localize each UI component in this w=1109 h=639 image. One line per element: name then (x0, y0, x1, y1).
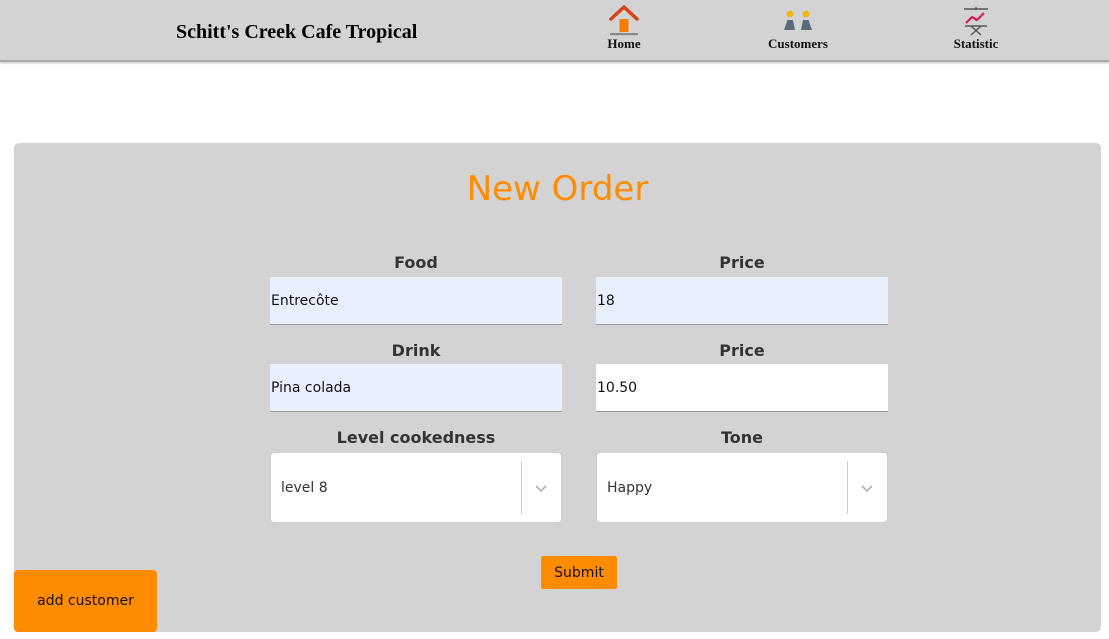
chevron-down-icon[interactable] (860, 483, 874, 493)
nav-statistic[interactable]: Statistic (921, 4, 1031, 56)
add-customer-button[interactable]: add customer (14, 570, 157, 632)
tone-select[interactable]: Happy (596, 452, 888, 523)
select-separator (521, 461, 522, 514)
cookedness-select-value: level 8 (281, 480, 328, 496)
new-order-panel: New Order Food Price Drink Price Level c… (14, 143, 1101, 632)
cookedness-label: Level cookedness (336, 428, 496, 447)
tone-select-value: Happy (607, 480, 653, 496)
submit-button[interactable]: Submit (541, 556, 617, 589)
nav-home-label: Home (607, 36, 641, 51)
food-price-input[interactable] (596, 277, 888, 325)
chevron-down-icon[interactable] (534, 483, 548, 493)
select-separator (847, 461, 848, 514)
nav-customers[interactable]: Customers (743, 4, 853, 56)
brand-title: Schitt's Creek Cafe Tropical (176, 21, 418, 43)
food-label: Food (394, 253, 438, 272)
drink-price-input[interactable] (596, 364, 888, 412)
drink-input[interactable] (270, 364, 562, 412)
nav-home[interactable]: Home (569, 4, 679, 56)
statistic-icon (964, 7, 988, 36)
home-icon (609, 5, 639, 36)
drink-price-label: Price (719, 341, 765, 360)
drink-label: Drink (391, 341, 441, 360)
top-navbar: Schitt's Creek Cafe Tropical Home Custom… (0, 0, 1109, 62)
nav-statistic-label: Statistic (953, 36, 999, 51)
food-input[interactable] (270, 277, 562, 325)
customers-icon (784, 10, 812, 30)
page-title: New Order (466, 169, 649, 209)
cookedness-select[interactable]: level 8 (270, 452, 562, 523)
food-price-label: Price (719, 253, 765, 272)
nav-customers-label: Customers (768, 36, 828, 51)
tone-label: Tone (720, 428, 764, 447)
